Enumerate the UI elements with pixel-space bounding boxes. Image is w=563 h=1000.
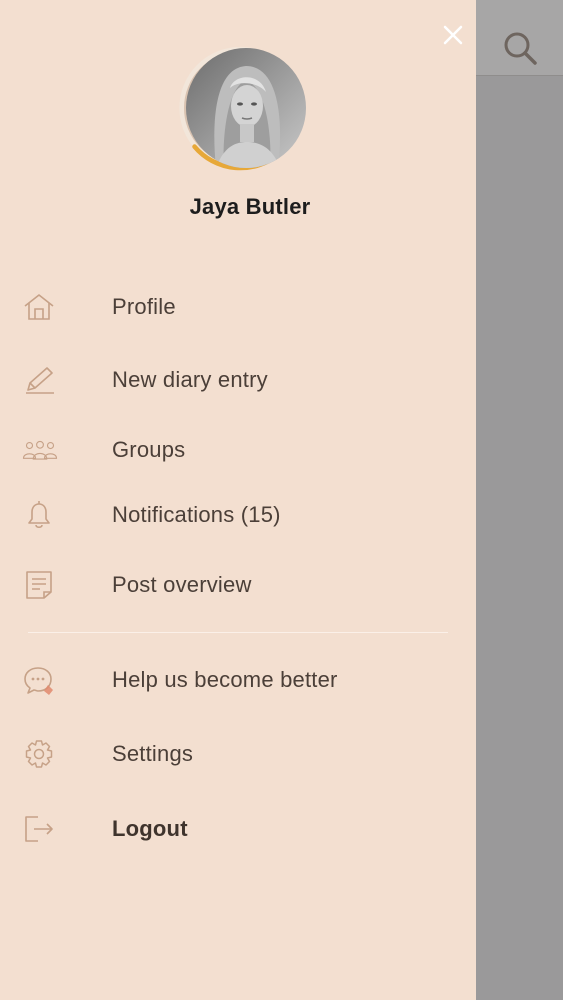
menu-divider	[28, 632, 448, 633]
menu-item-feedback[interactable]: Help us become better	[0, 650, 476, 710]
menu-label: Post overview	[112, 572, 252, 597]
user-name: Jaya Butler	[189, 194, 311, 219]
close-button[interactable]	[438, 22, 468, 52]
avatar-photo	[186, 48, 306, 168]
menu-item-new-diary-entry[interactable]: New diary entry	[0, 350, 476, 410]
menu-item-groups[interactable]: Groups	[0, 420, 476, 480]
menu-label: New diary entry	[112, 367, 268, 392]
menu-item-notifications[interactable]: Notifications (15)	[0, 485, 476, 545]
menu-label: Logout	[112, 816, 188, 841]
menu-item-post-overview[interactable]: Post overview	[0, 555, 476, 615]
menu-label: Help us become better	[112, 667, 338, 692]
background-scrim[interactable]	[476, 0, 563, 1000]
navigation-drawer: Jaya Butler Profile New diary entry Grou…	[0, 0, 476, 1000]
home-icon	[22, 291, 58, 323]
bell-icon	[22, 499, 58, 531]
menu-label: Profile	[112, 294, 176, 319]
close-icon	[442, 24, 464, 51]
menu-item-settings[interactable]: Settings	[0, 724, 476, 784]
menu-label: Groups	[112, 437, 186, 462]
feedback-chat-icon	[22, 664, 58, 696]
menu-label: Notifications (15)	[112, 502, 281, 527]
gear-icon	[22, 738, 58, 770]
menu-item-profile[interactable]: Profile	[0, 277, 476, 337]
search-icon[interactable]	[500, 28, 540, 68]
avatar[interactable]	[178, 40, 326, 176]
pencil-icon	[22, 364, 58, 396]
menu-label: Settings	[112, 741, 194, 766]
logout-icon	[22, 813, 58, 845]
menu-item-logout[interactable]: Logout	[0, 799, 476, 859]
group-icon	[22, 434, 58, 466]
document-icon	[22, 569, 58, 601]
